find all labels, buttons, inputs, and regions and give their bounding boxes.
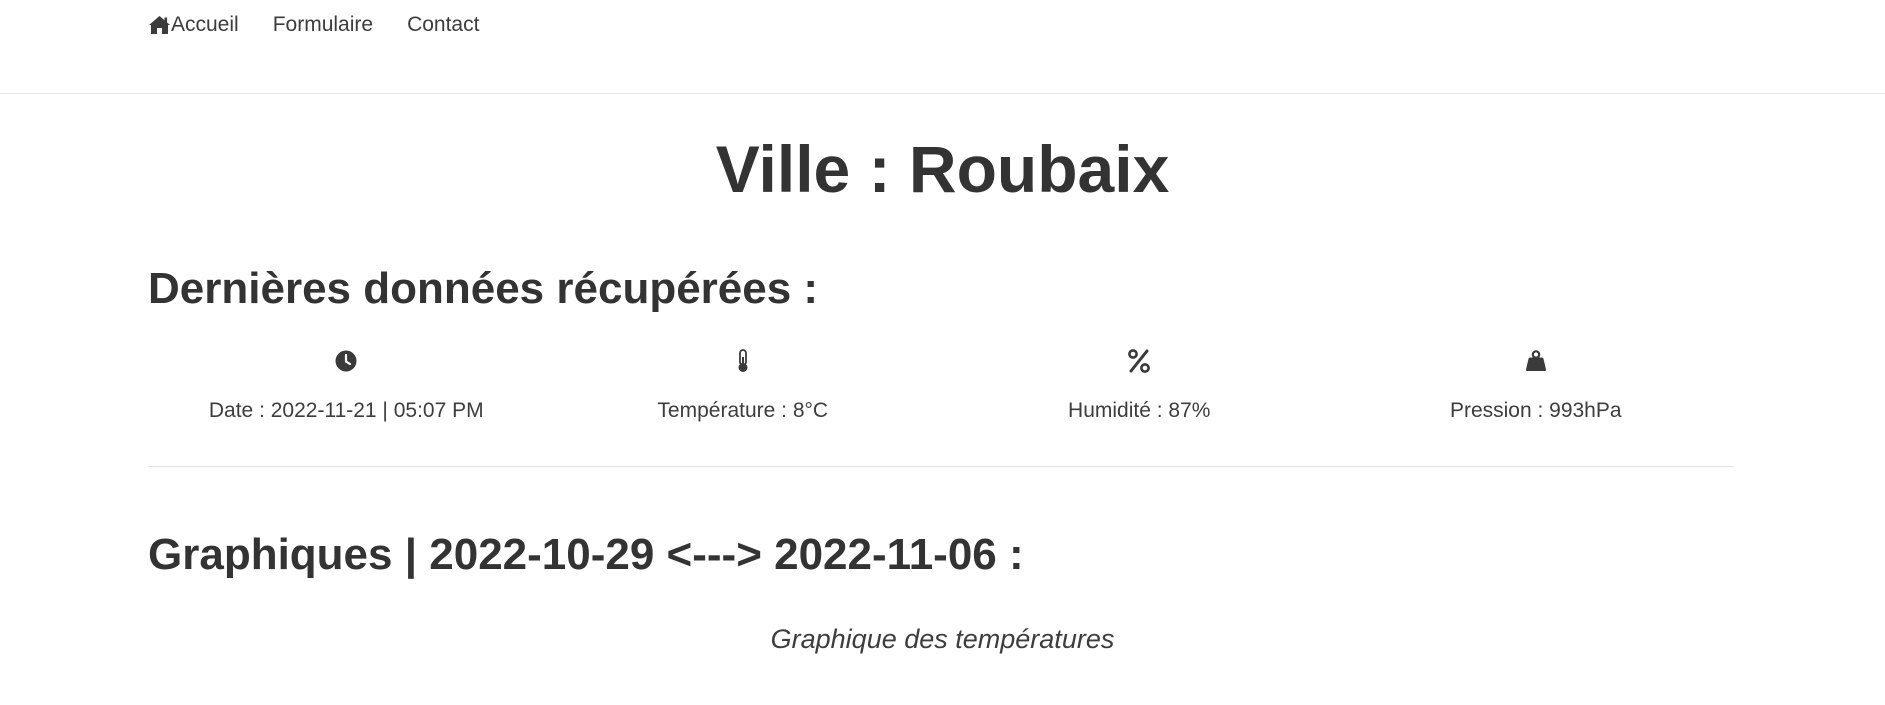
- page-title: Ville : Roubaix: [715, 132, 1170, 206]
- stat-humidity: Humidité : 87%: [941, 346, 1338, 436]
- nav-link-accueil[interactable]: Accueil: [148, 12, 239, 38]
- graphs-heading: Graphiques | 2022-10-29 <---> 2022-11-06…: [148, 530, 1024, 579]
- stat-date: Date : 2022-11-21 | 05:07 PM: [148, 346, 545, 436]
- stat-pressure-text: Pression : 993hPa: [1449, 399, 1622, 422]
- weight-icon: [1338, 346, 1735, 376]
- nav-links: Accueil Formulaire Contact: [148, 12, 513, 38]
- nav-link-formulaire[interactable]: Formulaire: [273, 12, 373, 38]
- stat-humidity-text: Humidité : 87%: [1068, 399, 1211, 422]
- latest-data-heading: Dernières données récupérées :: [148, 264, 819, 313]
- latest-stats: Date : 2022-11-21 | 05:07 PM Température…: [148, 346, 1734, 436]
- stat-date-text: Date : 2022-11-21 | 05:07 PM: [208, 399, 484, 422]
- home-icon: [148, 15, 171, 35]
- stat-temperature-text: Température : 8°C: [657, 399, 829, 422]
- top-navbar: Accueil Formulaire Contact: [0, 0, 1885, 94]
- stat-temperature: Température : 8°C: [545, 346, 942, 436]
- clock-icon: [148, 346, 545, 376]
- nav-link-formulaire-label: Formulaire: [272, 13, 374, 36]
- nav-link-accueil-label: Accueil: [171, 13, 239, 36]
- nav-link-contact-label: Contact: [407, 13, 480, 36]
- percent-icon: [941, 346, 1338, 376]
- temperature-chart-caption: Graphique des températures: [770, 624, 1115, 654]
- stat-pressure: Pression : 993hPa: [1338, 346, 1735, 436]
- nav-link-contact[interactable]: Contact: [407, 12, 479, 38]
- thermometer-icon: [545, 346, 942, 376]
- section-divider: [148, 466, 1734, 467]
